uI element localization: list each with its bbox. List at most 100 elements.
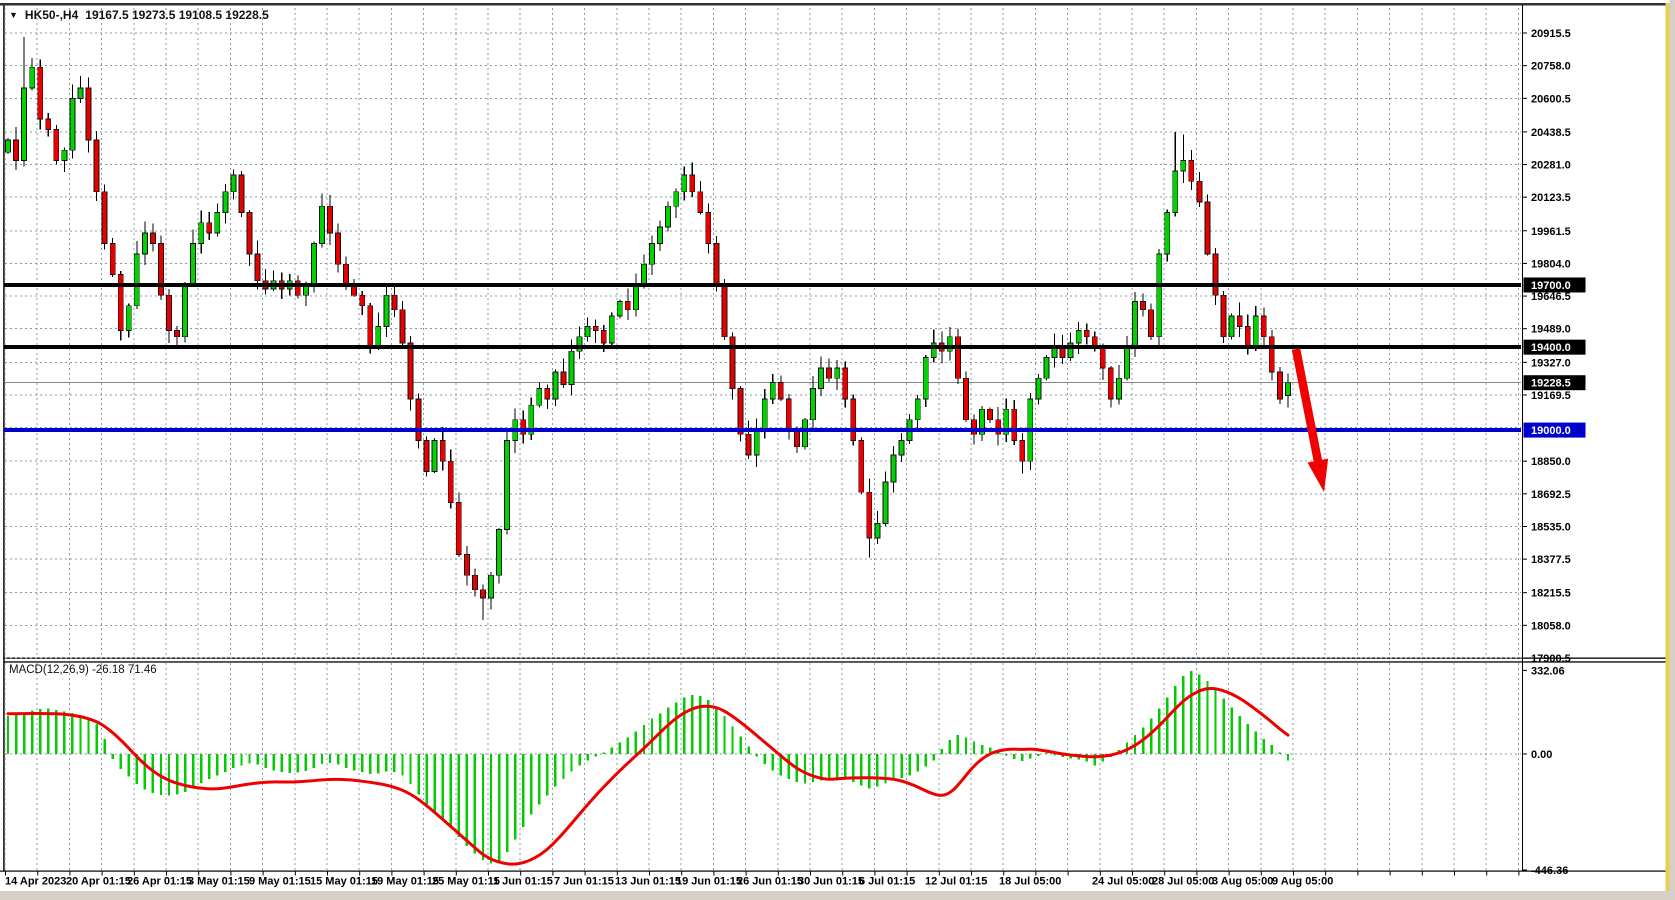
candle-body-down xyxy=(1237,316,1242,326)
macd-bar xyxy=(442,754,444,818)
macd-bar xyxy=(522,754,524,827)
candle-body-up xyxy=(537,389,542,406)
candle-body-up xyxy=(1076,331,1081,343)
macd-bar xyxy=(731,726,733,754)
candle-body-up xyxy=(311,244,316,285)
macd-bar xyxy=(47,709,49,754)
macd-bar xyxy=(973,741,975,754)
macd-bar xyxy=(965,738,967,754)
time-axis-label: 3 Aug 05:00 xyxy=(1212,876,1273,888)
price-axis-label: 18215.5 xyxy=(1531,588,1571,600)
price-axis-label: 20438.5 xyxy=(1531,127,1571,139)
candle-body-down xyxy=(448,461,453,502)
time-axis[interactable]: 14 Apr 202320 Apr 01:1526 Apr 01:153 May… xyxy=(5,871,1519,888)
macd-bar xyxy=(514,754,516,840)
candle-body-up xyxy=(762,399,767,430)
macd-bar xyxy=(715,707,717,754)
macd-bar xyxy=(232,754,234,768)
macd-bar xyxy=(240,754,242,765)
candle-body-down xyxy=(175,331,180,337)
macd-bar xyxy=(933,754,935,760)
candle-body-down xyxy=(738,389,743,435)
candle-body-up xyxy=(142,233,147,254)
candle-body-up xyxy=(585,326,590,336)
macd-bar xyxy=(619,743,621,754)
macd-bar xyxy=(63,712,65,754)
candle-body-down xyxy=(1100,347,1105,368)
candle-body-down xyxy=(464,554,469,575)
macd-bar xyxy=(860,754,862,785)
chart-window: 20915.520758.020600.520438.520281.020123… xyxy=(0,0,1675,900)
candle-wick xyxy=(595,319,596,342)
macd-bar xyxy=(321,754,323,764)
macd-bar xyxy=(1279,753,1281,754)
macd-bar xyxy=(1013,754,1015,759)
time-axis-label: 7 Jun 01:15 xyxy=(554,876,614,888)
candle-body-down xyxy=(416,399,421,440)
candle-body-down xyxy=(851,399,856,440)
macd-histogram xyxy=(7,671,1289,864)
macd-bar xyxy=(772,754,774,770)
macd-bar xyxy=(482,754,484,860)
candle-body-up xyxy=(183,285,188,337)
candle-body-down xyxy=(794,430,799,447)
macd-axis[interactable]: 332.060.00-446.36 xyxy=(1522,665,1568,877)
macd-bar xyxy=(578,754,580,765)
macd-bar xyxy=(1190,671,1192,754)
candle-body-down xyxy=(1189,161,1194,182)
candle-body-down xyxy=(424,440,429,471)
candle-body-up xyxy=(1165,212,1170,253)
macd-bar xyxy=(1150,719,1152,754)
macd-bar xyxy=(248,754,250,764)
macd-bar xyxy=(506,754,508,852)
macd-bar xyxy=(562,754,564,779)
macd-bar xyxy=(103,739,105,754)
macd-bar xyxy=(1263,739,1265,754)
candle-body-up xyxy=(658,227,663,244)
time-axis-label: 6 Jul 01:15 xyxy=(859,876,915,888)
macd-bar xyxy=(87,719,89,754)
candle-body-up xyxy=(78,88,83,98)
macd-bar xyxy=(691,695,693,754)
time-axis-label: 3 May 01:15 xyxy=(188,876,250,888)
symbol-dropdown-icon[interactable]: ▼ xyxy=(9,11,18,20)
macd-bar xyxy=(1271,745,1273,754)
candle-body-up xyxy=(199,223,204,244)
candle-body-up xyxy=(569,351,574,384)
macd-bar xyxy=(55,710,57,754)
price-axis[interactable]: 20915.520758.020600.520438.520281.020123… xyxy=(1522,28,1586,665)
macd-bar xyxy=(707,700,709,754)
down-arrow-annotation[interactable] xyxy=(1296,349,1328,492)
macd-bar xyxy=(764,754,766,764)
candle-body-down xyxy=(730,337,735,389)
macd-bar xyxy=(224,754,226,772)
candle-body-up xyxy=(22,88,27,161)
macd-bar xyxy=(111,754,113,759)
candle-body-down xyxy=(690,175,695,192)
candle-body-down xyxy=(859,440,864,492)
macd-bar xyxy=(699,696,701,754)
price-axis-label: 20123.5 xyxy=(1531,192,1571,204)
time-axis-label: 26 Apr 01:15 xyxy=(127,876,192,888)
macd-bar xyxy=(369,754,371,774)
macd-bar xyxy=(892,754,894,780)
macd-bar xyxy=(836,754,838,778)
candle-body-up xyxy=(384,295,389,326)
macd-bar xyxy=(433,754,435,812)
candle-body-down xyxy=(593,326,598,330)
macd-bar xyxy=(683,697,685,754)
macd-bar xyxy=(570,754,572,772)
chart-canvas[interactable]: 20915.520758.020600.520438.520281.020123… xyxy=(0,0,1675,900)
candle-body-up xyxy=(553,372,558,399)
candle-body-up xyxy=(617,302,622,317)
candle-body-down xyxy=(14,140,19,161)
candle-body-up xyxy=(126,306,131,331)
candle-body-down xyxy=(963,378,968,419)
candle-body-up xyxy=(215,212,220,233)
price-axis-label: 20915.5 xyxy=(1531,28,1571,40)
price-badge-label: 19228.5 xyxy=(1531,378,1571,390)
price-axis-label: 18535.0 xyxy=(1531,521,1571,533)
candle-body-down xyxy=(38,67,43,119)
candle-body-up xyxy=(811,389,816,420)
candle-body-down xyxy=(1269,337,1274,372)
